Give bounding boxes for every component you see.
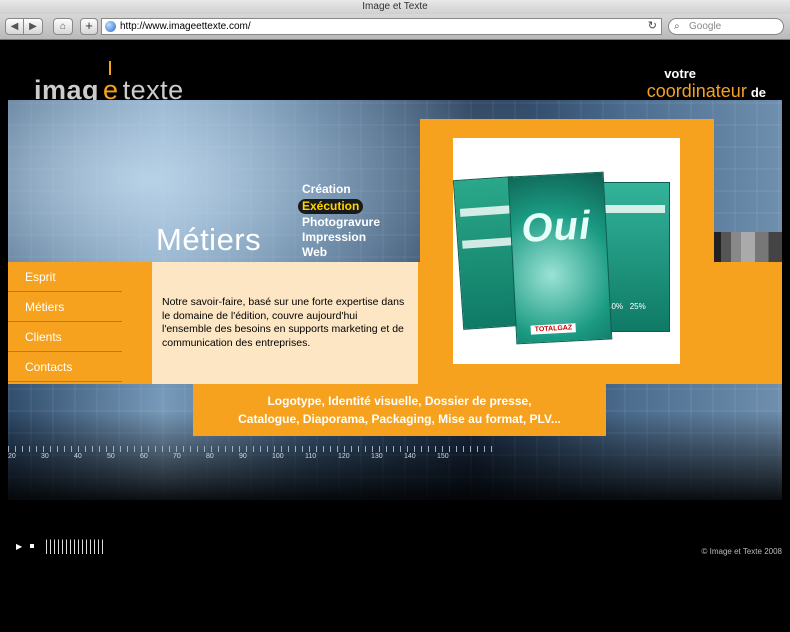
ruler-tick: 90 — [239, 453, 247, 460]
ruler-tick: 140 — [404, 453, 416, 460]
copyright: © Image et Texte 2008 — [701, 547, 782, 556]
page-title: Métiers — [156, 222, 262, 257]
tagline-coordinateur: coordinateur — [646, 81, 747, 101]
tagline-votre: votre — [664, 66, 696, 81]
ruler-tick: 80 — [206, 453, 214, 460]
brochure-strip — [459, 205, 511, 217]
ruler-tick: 60 — [140, 453, 148, 460]
equalizer-icon — [46, 530, 106, 554]
ruler-tick: 30 — [41, 453, 49, 460]
search-input[interactable]: ⌕ Google — [668, 18, 784, 35]
stop-icon[interactable] — [30, 544, 34, 548]
browser-toolbar: ◀ ▶ ⌂ + http://www.imageettexte.com/ ↻ ⌕… — [0, 14, 790, 40]
ruler-tick: 70 — [173, 453, 181, 460]
main-menu: Esprit Métiers Clients Contacts — [8, 262, 122, 382]
ruler-tick: 150 — [437, 453, 449, 460]
home-button[interactable]: ⌂ — [53, 18, 73, 35]
play-icon[interactable]: ▶ — [16, 542, 22, 551]
menu-item-esprit[interactable]: Esprit — [8, 262, 122, 292]
brochure-percent: 40% 25% — [607, 302, 646, 311]
search-icon: ⌕ — [674, 21, 680, 32]
back-button[interactable]: ◀ — [5, 18, 24, 35]
description-text: Notre savoir-faire, basé sur une forte e… — [152, 262, 418, 384]
ruler-tick: 100 — [272, 453, 284, 460]
submenu-item-impression[interactable]: Impression — [302, 230, 380, 245]
ruler-decoration: 20 30 40 50 60 70 80 90 100 110 120 130 140 150 — [8, 446, 498, 476]
submenu-item-execution[interactable]: Exécution — [298, 199, 364, 214]
submenu-item-photogravure[interactable]: Photogravure — [302, 215, 380, 230]
menu-item-clients[interactable]: Clients — [8, 322, 122, 352]
ruler-tick: 20 — [8, 453, 16, 460]
menu-item-metiers[interactable]: Métiers — [8, 292, 122, 322]
globe-icon — [105, 21, 116, 32]
ruler-tick: 50 — [107, 453, 115, 460]
search-placeholder: Google — [689, 21, 722, 32]
address-bar[interactable]: http://www.imageettexte.com/ ↻ — [101, 18, 662, 35]
window-title: Image et Texte — [0, 0, 790, 14]
add-bookmark-button[interactable]: + — [80, 18, 98, 35]
brochure-strip — [605, 205, 665, 213]
submenu-item-creation[interactable]: Création — [302, 182, 380, 197]
services-line-1: Logotype, Identité visuelle, Dossier de … — [267, 394, 532, 408]
services-line-2: Catalogue, Diaporama, Packaging, Mise au… — [238, 412, 561, 426]
ruler-tick: 120 — [338, 453, 350, 460]
ruler-tick: 130 — [371, 453, 383, 460]
ruler-tick: 110 — [305, 453, 317, 460]
services-box: Logotype, Identité visuelle, Dossier de … — [193, 384, 606, 436]
submenu-item-web[interactable]: Web — [302, 245, 380, 260]
brochure-brand: TOTALGAZ — [530, 323, 577, 335]
ruler-tick: 40 — [74, 453, 82, 460]
forward-button[interactable]: ▶ — [24, 18, 43, 35]
reload-icon[interactable]: ↻ — [648, 19, 657, 34]
brochure-pct-2: 25% — [629, 302, 646, 311]
sound-player: ▶ — [16, 530, 106, 554]
brochure-center: Oui TOTALGAZ — [507, 171, 613, 345]
url-text: http://www.imageettexte.com/ — [120, 21, 251, 32]
brochure-strip — [462, 237, 513, 249]
tagline-de: de — [750, 85, 766, 100]
brochure-headline: Oui — [520, 203, 593, 251]
submenu: Création Exécution Photogravure Impressi… — [298, 182, 380, 260]
menu-item-contacts[interactable]: Contacts — [8, 352, 122, 382]
